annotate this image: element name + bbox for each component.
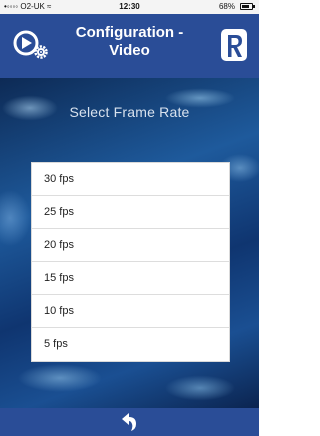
back-button[interactable] (118, 412, 140, 432)
bottom-bar (0, 408, 259, 436)
video-settings-icon (13, 30, 48, 59)
list-item-5-fps[interactable]: 5 fps (32, 328, 229, 361)
frame-rate-list: 30 fps 25 fps 20 fps 15 fps 10 fps 5 fps (31, 162, 230, 362)
remote-icon (221, 29, 247, 61)
battery-percent: 68% (218, 2, 235, 11)
section-title: Select Frame Rate (69, 104, 190, 120)
list-item-25-fps[interactable]: 25 fps (32, 196, 229, 229)
video-settings-button[interactable] (12, 28, 52, 62)
back-arrow-icon (122, 413, 136, 431)
list-item-15-fps[interactable]: 15 fps (32, 262, 229, 295)
list-item-20-fps[interactable]: 20 fps (32, 229, 229, 262)
remote-button[interactable] (219, 27, 249, 63)
list-item-10-fps[interactable]: 10 fps (32, 295, 229, 328)
app-screen: •◦◦◦◦ O2-UK ≈ 12:30 68% Configuration - … (0, 0, 259, 436)
page-title: Configuration - Video (75, 24, 184, 59)
header-bar: Configuration - Video (0, 14, 259, 78)
status-bar: •◦◦◦◦ O2-UK ≈ 12:30 68% (0, 0, 259, 14)
battery-icon (240, 3, 255, 10)
list-item-30-fps[interactable]: 30 fps (32, 163, 229, 196)
